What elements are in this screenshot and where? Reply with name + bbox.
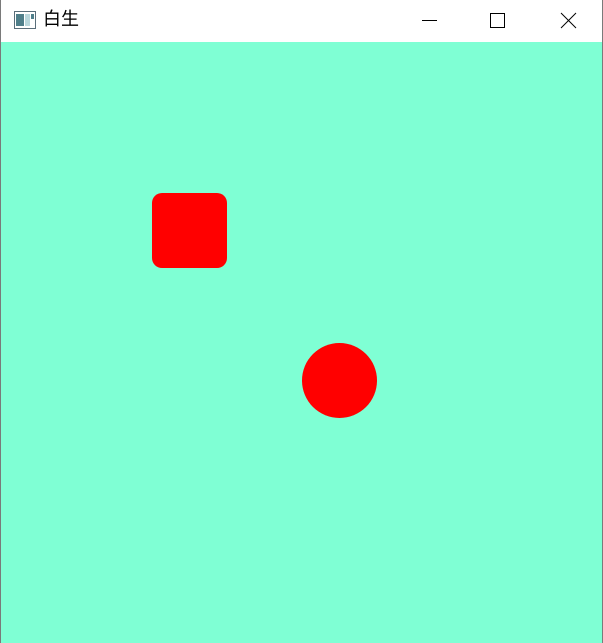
red-circle — [302, 343, 377, 418]
drawing-canvas[interactable] — [1, 42, 602, 643]
title-bar[interactable]: 白生 — [1, 0, 602, 42]
minimize-button[interactable] — [406, 0, 452, 42]
close-button[interactable] — [545, 0, 591, 42]
app-window-icon — [14, 11, 36, 29]
maximize-button[interactable] — [474, 0, 520, 42]
app-window: 白生 — [0, 0, 603, 643]
window-title: 白生 — [43, 9, 79, 30]
red-rounded-square — [152, 193, 227, 268]
